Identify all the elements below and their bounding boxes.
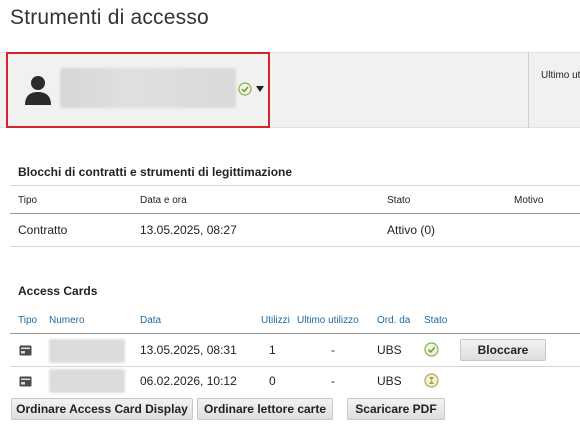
blocks-col-tipo: Tipo <box>18 195 38 206</box>
blocks-section-title: Blocchi di contratti e strumenti di legi… <box>18 165 293 179</box>
card-uses: 1 <box>269 343 276 357</box>
card-icon <box>19 376 32 387</box>
card-last-use: - <box>331 343 335 357</box>
card-date: 06.02.2026, 10:12 <box>140 374 237 388</box>
blocks-col-data: Data e ora <box>140 195 187 206</box>
cards-col-utilizzi[interactable]: Utilizzi <box>261 315 290 326</box>
block-card-button[interactable]: Bloccare <box>460 339 546 361</box>
caret-down-icon[interactable] <box>256 86 264 92</box>
card-ordered-by: UBS <box>377 374 402 388</box>
cards-col-tipo[interactable]: Tipo <box>18 315 37 326</box>
order-card-reader-button[interactable]: Ordinare lettore carte <box>197 398 333 420</box>
bar-divider <box>528 52 529 128</box>
divider <box>10 213 580 214</box>
divider <box>10 366 580 367</box>
download-pdf-button[interactable]: Scaricare PDF <box>347 398 445 420</box>
user-avatar-icon <box>25 76 51 105</box>
divider <box>10 246 580 247</box>
card-ordered-by: UBS <box>377 343 402 357</box>
last-use-label: Ultimo uti <box>541 70 580 81</box>
card-icon <box>19 345 32 356</box>
cards-col-stato[interactable]: Stato <box>424 315 447 326</box>
user-name-redacted <box>60 68 236 108</box>
blocks-cell-stato: Attivo (0) <box>387 223 436 237</box>
page-title: Strumenti di accesso <box>10 6 209 29</box>
card-date: 13.05.2025, 08:31 <box>140 343 237 357</box>
card-number-redacted <box>49 369 125 393</box>
check-circle-icon <box>238 82 252 96</box>
cards-col-data[interactable]: Data <box>140 315 161 326</box>
cards-col-numero[interactable]: Numero <box>49 315 85 326</box>
blocks-col-motivo: Motivo <box>514 195 544 206</box>
blocks-cell-data: 13.05.2025, 08:27 <box>140 223 237 237</box>
divider <box>10 333 580 334</box>
check-circle-icon <box>424 342 439 357</box>
blocks-cell-tipo: Contratto <box>18 223 68 237</box>
card-number-redacted <box>49 339 125 363</box>
blocks-col-stato: Stato <box>387 195 411 206</box>
user-selector[interactable] <box>6 52 270 128</box>
hourglass-icon <box>424 373 439 388</box>
access-cards-title: Access Cards <box>18 284 98 298</box>
order-access-card-display-button[interactable]: Ordinare Access Card Display <box>11 398 193 420</box>
divider <box>10 185 580 186</box>
cards-col-ord-da[interactable]: Ord. da <box>377 315 410 326</box>
card-uses: 0 <box>269 374 276 388</box>
cards-col-ultimo[interactable]: Ultimo utilizzo <box>297 315 359 326</box>
card-last-use: - <box>331 374 335 388</box>
